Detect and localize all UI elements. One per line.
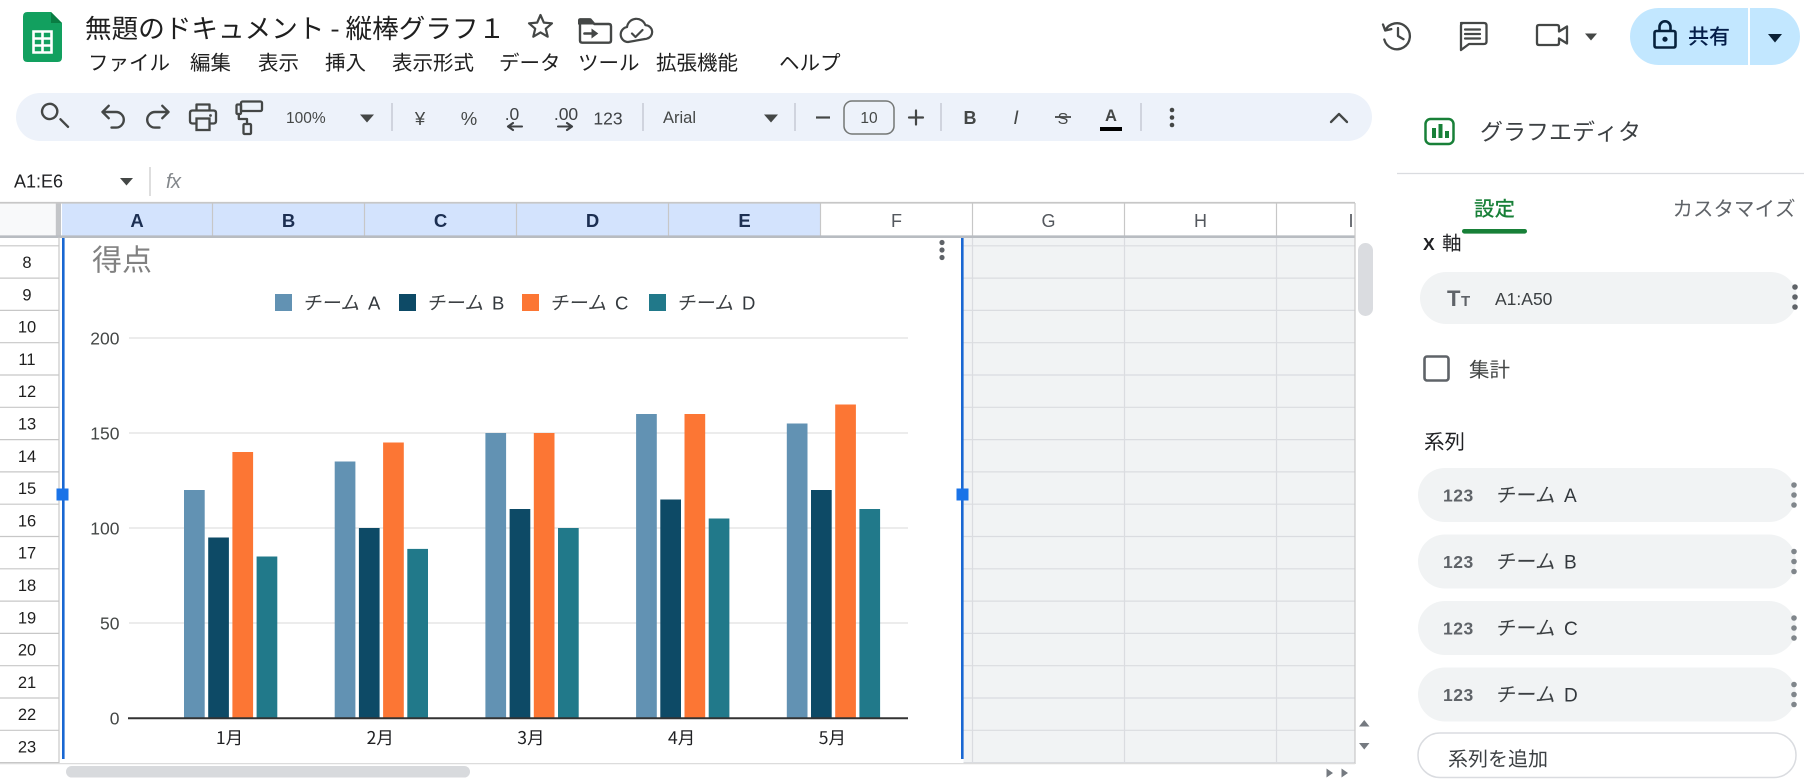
svg-text:¥: ¥	[414, 108, 426, 129]
svg-text:D: D	[586, 210, 599, 231]
svg-text:50: 50	[100, 614, 120, 634]
svg-text:I: I	[1013, 108, 1019, 129]
svg-text:D: D	[742, 293, 755, 314]
svg-text:123: 123	[1443, 619, 1474, 639]
svg-text:C: C	[1564, 619, 1578, 640]
svg-text:19: 19	[18, 609, 36, 627]
svg-text:.00: .00	[554, 104, 579, 124]
svg-text:23: 23	[18, 738, 36, 756]
svg-text:A1:E6: A1:E6	[14, 172, 63, 192]
svg-text:S: S	[1058, 111, 1069, 128]
svg-text:12: 12	[18, 383, 36, 401]
svg-text:T: T	[1461, 293, 1470, 310]
svg-text:15: 15	[18, 480, 36, 498]
svg-text:21: 21	[18, 674, 36, 692]
svg-text:G: G	[1041, 211, 1055, 231]
svg-text:18: 18	[18, 577, 36, 595]
svg-text:H: H	[1194, 211, 1207, 231]
svg-text:123: 123	[1443, 552, 1474, 572]
svg-text:123: 123	[1443, 486, 1474, 506]
svg-text:0: 0	[110, 709, 120, 729]
svg-text:.0: .0	[505, 104, 520, 124]
svg-text:E: E	[738, 210, 750, 231]
svg-text:13: 13	[18, 415, 36, 433]
svg-text:Arial: Arial	[663, 109, 696, 127]
svg-text:22: 22	[18, 706, 36, 724]
svg-text:X: X	[1423, 234, 1435, 254]
svg-text:F: F	[891, 211, 902, 231]
svg-text:10: 10	[18, 319, 36, 337]
svg-text:150: 150	[90, 424, 119, 444]
svg-text:C: C	[615, 293, 628, 314]
svg-text:B: B	[1564, 553, 1577, 574]
svg-text:10: 10	[860, 110, 878, 127]
svg-text:123: 123	[1443, 685, 1474, 705]
svg-text:T: T	[1447, 286, 1461, 311]
svg-text:A: A	[368, 293, 381, 314]
svg-text:11: 11	[18, 351, 35, 369]
svg-text:B: B	[492, 293, 504, 314]
svg-text:9: 9	[22, 286, 31, 304]
svg-text:A: A	[1564, 486, 1577, 507]
svg-text:A1:A50: A1:A50	[1495, 289, 1553, 309]
svg-text:123: 123	[593, 109, 622, 129]
svg-text:%: %	[461, 108, 477, 129]
svg-text:100%: 100%	[286, 110, 326, 127]
svg-text:D: D	[1564, 686, 1578, 707]
svg-text:fx: fx	[166, 171, 182, 193]
svg-text:16: 16	[18, 512, 36, 530]
svg-text:8: 8	[22, 254, 31, 272]
svg-text:C: C	[434, 210, 447, 231]
svg-text:17: 17	[18, 545, 36, 563]
svg-text:B: B	[964, 108, 977, 128]
svg-text:100: 100	[90, 519, 119, 539]
svg-text:A: A	[130, 210, 143, 231]
svg-text:20: 20	[18, 642, 36, 660]
svg-text:B: B	[282, 210, 295, 231]
svg-text:200: 200	[90, 329, 119, 349]
svg-text:A: A	[1105, 107, 1117, 125]
svg-text:14: 14	[18, 448, 36, 466]
svg-text:I: I	[1348, 211, 1353, 231]
